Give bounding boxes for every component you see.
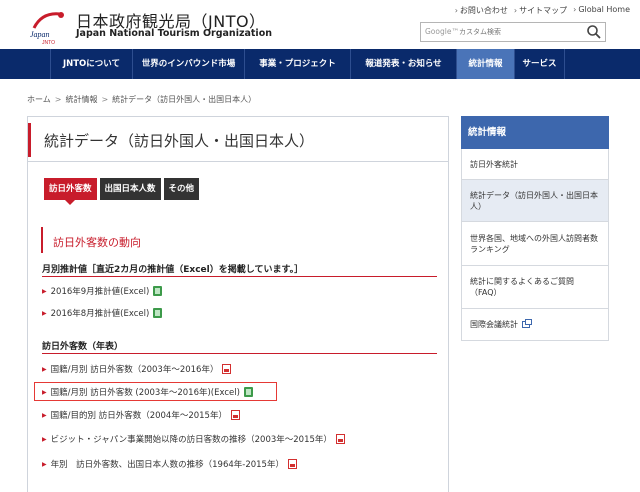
site-header: Japan JNTO 日本政府観光局（JNTO） Japan National … [0, 0, 640, 48]
breadcrumb-statistics[interactable]: 統計情報 [65, 95, 97, 104]
annual-heading: 訪日外客数（年表） [42, 342, 124, 352]
page-title: 統計データ（訪日外国人・出国日本人） [44, 132, 315, 150]
logo-subtext: JNTO [42, 40, 55, 46]
triangle-right-icon: ▶ [42, 309, 47, 317]
excel-icon [243, 387, 253, 397]
excel-icon [153, 286, 163, 296]
triangle-right-icon: ▶ [42, 435, 47, 443]
sidebar-item-label: 統計データ（訪日外国人・出国日本人） [470, 190, 598, 211]
annual-heading-rule [42, 353, 437, 354]
link-label: ビジット・ジャパン事業開始以降の訪日客数の推移（2003年～2015年） [50, 435, 332, 445]
chevron-right-icon: › [513, 6, 518, 15]
sidebar-item-world-ranking[interactable]: 世界各国、地域への外国人訪問者数ランキング [461, 222, 609, 266]
pdf-icon [335, 434, 345, 444]
annual-link-nationality-month-pdf[interactable]: ▶ 国籍/月別 訪日外客数（2003年～2016年） [42, 363, 232, 375]
monthly-link-sep[interactable]: ▶ 2016年9月推計値(Excel) [42, 285, 163, 297]
main-content: 統計データ（訪日外国人・出国日本人） 訪日外客数 出国日本人数 その他 訪日外客… [27, 116, 449, 492]
triangle-right-icon: ▶ [42, 388, 47, 396]
org-name-en[interactable]: Japan National Tourism Organization [76, 28, 272, 39]
sitemap-link[interactable]: › サイトマップ [514, 5, 567, 16]
breadcrumb: ホーム > 統計情報 > 統計データ（訪日外国人・出国日本人） [27, 94, 256, 105]
nav-about-jnto[interactable]: JNTOについて [50, 49, 133, 79]
chevron-right-icon: › [573, 5, 577, 14]
breadcrumb-separator: > [101, 95, 109, 104]
link-label: 国籍/月別 訪日外客数（2003年～2016年） [50, 365, 219, 375]
search-box: Google™ [420, 22, 606, 42]
search-button[interactable] [585, 24, 603, 40]
sidebar-item-convention-stats[interactable]: 国際会議統計 [461, 309, 609, 341]
link-label: 国籍/月別 訪日外客数 (2003年～2016年)(Excel) [50, 388, 240, 398]
main-nav: JNTOについて 世界のインバウンド市場 事業・プロジェクト 報道発表・お知らせ… [0, 49, 640, 79]
title-accent-bar [28, 123, 31, 157]
annual-link-nationality-purpose[interactable]: ▶ 国籍/目的別 訪日外客数（2004年～2015年） [42, 409, 240, 421]
sidebar-item-faq[interactable]: 統計に関するよくあるご質問（FAQ） [461, 266, 609, 309]
jnto-logo[interactable]: Japan JNTO [28, 6, 68, 46]
sidebar-item-label: 国際会議統計 [470, 320, 518, 329]
chevron-right-icon: › [454, 6, 458, 15]
sidebar: 統計情報 訪日外客統計 統計データ（訪日外国人・出国日本人） 世界各国、地域への… [461, 116, 609, 341]
breadcrumb-separator: > [54, 95, 62, 104]
annual-link-nationality-month-excel[interactable]: ▶ 国籍/月別 訪日外客数 (2003年～2016年)(Excel) [42, 386, 253, 398]
contact-link[interactable]: › お問い合わせ [455, 5, 508, 16]
pdf-icon [230, 410, 240, 420]
link-label: 国籍/目的別 訪日外客数（2004年～2015年） [50, 411, 227, 421]
triangle-right-icon: ▶ [42, 411, 47, 419]
external-link-icon [522, 319, 532, 328]
nav-services[interactable]: サービス [515, 49, 565, 79]
logo-text: Japan [30, 30, 50, 39]
contact-link-label: お問い合わせ [459, 6, 508, 15]
sidebar-item-label: 世界各国、地域への外国人訪問者数ランキング [470, 233, 598, 254]
breadcrumb-current: 統計データ（訪日外国人・出国日本人） [112, 95, 257, 104]
pdf-icon [222, 364, 232, 374]
section-title: 訪日外客数の動向 [53, 236, 141, 249]
link-label: 2016年8月推計値(Excel) [50, 309, 150, 319]
breadcrumb-home[interactable]: ホーム [27, 95, 51, 104]
monthly-heading: 月別推計値［直近2カ月の推計値（Excel）を掲載しています。］ [42, 265, 304, 275]
excel-icon [153, 308, 163, 318]
triangle-right-icon: ▶ [42, 287, 47, 295]
link-label: 2016年9月推計値(Excel) [50, 287, 150, 297]
sidebar-item-statistics-data[interactable]: 統計データ（訪日外国人・出国日本人） [461, 180, 609, 222]
search-brand: Google™ [425, 27, 459, 36]
tab-japanese-departures[interactable]: 出国日本人数 [99, 178, 161, 200]
pdf-icon [287, 459, 297, 469]
nav-press-news[interactable]: 報道発表・お知らせ [351, 49, 457, 79]
title-divider [28, 161, 449, 162]
nav-projects[interactable]: 事業・プロジェクト [245, 49, 351, 79]
triangle-right-icon: ▶ [42, 460, 47, 468]
monthly-link-aug[interactable]: ▶ 2016年8月推計値(Excel) [42, 307, 163, 319]
link-label: 年別 訪日外客数、出国日本人数の推移（1964年-2015年） [50, 460, 284, 470]
triangle-right-icon: ▶ [42, 365, 47, 373]
sitemap-link-label: サイトマップ [519, 6, 568, 15]
nav-statistics[interactable]: 統計情報 [457, 49, 515, 79]
monthly-heading-rule [42, 276, 437, 277]
utility-links: › お問い合わせ › サイトマップ › Global Home [455, 5, 630, 16]
tab-bar: 訪日外客数 出国日本人数 その他 [44, 178, 200, 205]
search-icon [587, 25, 601, 39]
tab-other[interactable]: その他 [163, 178, 200, 200]
sidebar-item-label: 統計に関するよくあるご質問（FAQ） [470, 277, 574, 297]
sidebar-item-visitor-stats[interactable]: 訪日外客統計 [461, 149, 609, 180]
sidebar-item-label: 訪日外客統計 [470, 159, 518, 169]
tab-visitor-arrivals[interactable]: 訪日外客数 [44, 178, 97, 205]
annual-link-visit-japan-trend[interactable]: ▶ ビジット・ジャパン事業開始以降の訪日客数の推移（2003年～2015年） [42, 433, 345, 445]
annual-link-yearly-trend[interactable]: ▶ 年別 訪日外客数、出国日本人数の推移（1964年-2015年） [42, 458, 297, 470]
section-heading: 訪日外客数の動向 [41, 227, 436, 253]
global-home-link-label: Global Home [578, 5, 630, 14]
sidebar-title[interactable]: 統計情報 [461, 116, 609, 149]
nav-inbound-markets[interactable]: 世界のインバウンド市場 [133, 49, 245, 79]
global-home-link[interactable]: › Global Home [573, 5, 630, 16]
